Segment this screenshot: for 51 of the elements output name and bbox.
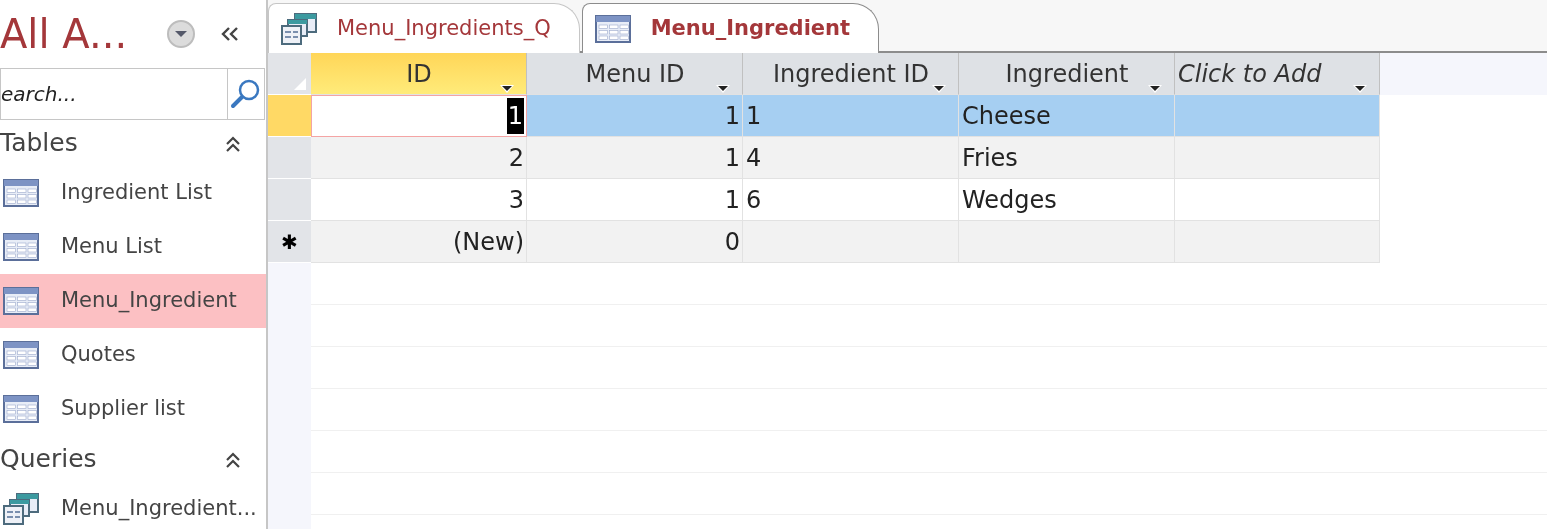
nav-item[interactable]: Quotes: [0, 328, 266, 382]
column-header[interactable]: ID: [311, 53, 527, 95]
column-header[interactable]: Menu ID: [527, 53, 743, 95]
nav-item[interactable]: Menu List: [0, 220, 266, 274]
dropdown-icon[interactable]: [1148, 85, 1162, 93]
table-cell: Cheese: [959, 95, 1175, 137]
table-cell: (New): [311, 221, 527, 263]
nav-item[interactable]: Supplier list: [0, 382, 266, 436]
dropdown-icon[interactable]: [500, 85, 514, 93]
table-cell: 1: [527, 179, 743, 221]
table-cell: 3: [311, 179, 527, 221]
table-cell: 1: [311, 95, 527, 137]
table-icon: [3, 341, 39, 369]
table-icon: [3, 395, 39, 423]
table-icon: [3, 233, 39, 261]
collapse-icon[interactable]: [224, 450, 242, 469]
query-icon: [281, 12, 317, 45]
group-header: Tables: [0, 127, 79, 160]
column-header[interactable]: Ingredient: [959, 53, 1175, 95]
nav-item[interactable]: Ingredient List: [0, 166, 266, 220]
collapse-icon[interactable]: [224, 134, 242, 153]
document-tab[interactable]: Menu_Ingredients_Q: [268, 3, 580, 53]
table-cell: 1: [743, 95, 959, 137]
table-icon: [3, 179, 39, 207]
nav-item[interactable]: Menu_Ingredient...: [0, 482, 266, 529]
dropdown-icon[interactable]: [716, 85, 730, 93]
table-cell: 0: [527, 221, 743, 263]
search-button[interactable]: [227, 68, 265, 120]
column-header[interactable]: Click to Add: [1175, 53, 1380, 95]
row-selector[interactable]: ✱: [268, 221, 311, 263]
table-cell: 6: [743, 179, 959, 221]
dropdown-icon[interactable]: [932, 85, 946, 93]
column-header[interactable]: Ingredient ID: [743, 53, 959, 95]
corner-icon: [293, 77, 306, 90]
query-icon: [3, 493, 39, 525]
search-icon: [230, 78, 262, 110]
dropdown-icon[interactable]: [1353, 85, 1367, 93]
table-cell: 4: [743, 137, 959, 179]
table-icon: [3, 287, 39, 315]
table-cell: 2: [311, 137, 527, 179]
table-cell: Fries: [959, 137, 1175, 179]
table-cell: Wedges: [959, 179, 1175, 221]
document-tab[interactable]: Menu_Ingredient: [581, 3, 880, 53]
table-cell: 1: [527, 137, 743, 179]
table-cell: 1: [527, 95, 743, 137]
group-header: Queries: [0, 443, 98, 476]
pane-title: All A...: [0, 14, 129, 54]
nav-item[interactable]: Menu_Ingredient: [0, 274, 266, 328]
search-field[interactable]: earch...: [0, 68, 227, 120]
dropdown-icon[interactable]: [166, 19, 196, 49]
table-icon: [594, 14, 631, 43]
